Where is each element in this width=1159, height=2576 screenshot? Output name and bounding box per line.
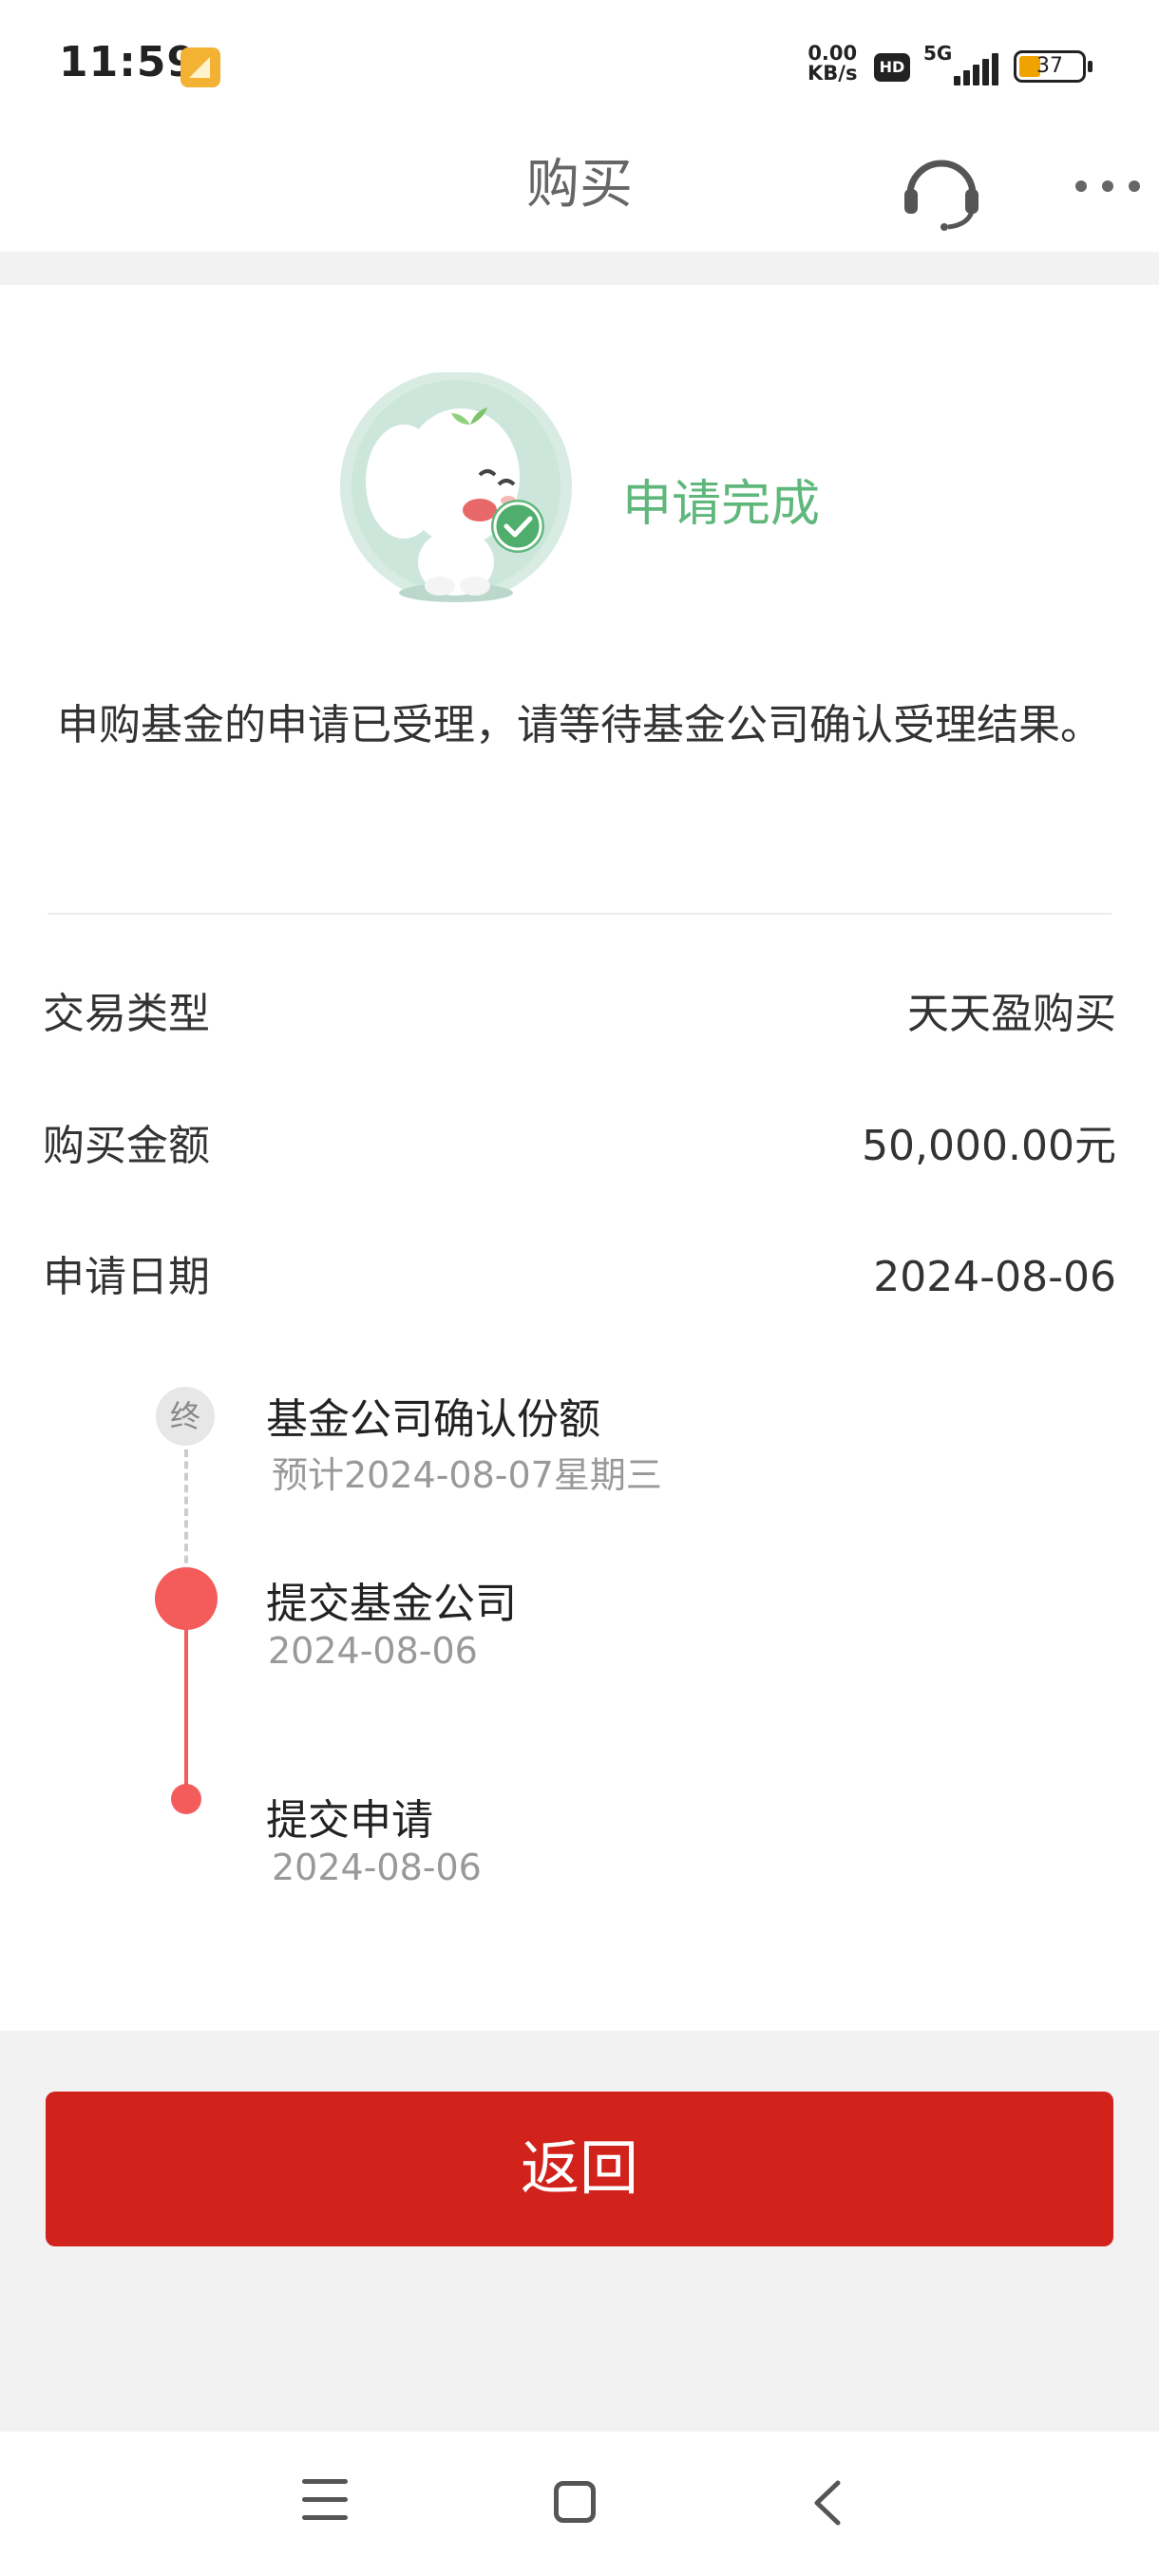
detail-value: 2024-08-06 [873,1253,1116,1301]
net-speed-unit: KB/s [808,62,858,85]
timeline-end-marker: 终 [156,1387,215,1446]
detail-row-date: 申请日期 2024-08-06 [43,1244,1116,1311]
back-icon[interactable] [809,2479,847,2527]
result-card: 申请完成 申购基金的申请已受理，请等待基金公司确认受理结果。 交易类型 天天盈购… [0,285,1159,2031]
status-bar: 11:59 0.00 KB/s HD 5G 37 [0,0,1159,128]
more-icon[interactable] [1075,176,1142,195]
timeline-done-dot [171,1784,201,1814]
timeline-step-subtitle: 2024-08-06 [268,1630,478,1672]
menu-icon[interactable] [302,2479,348,2521]
back-button[interactable]: 返回 [46,2092,1113,2246]
hd-badge: HD [874,53,910,82]
detail-value: 天天盈购买 [907,990,1116,1038]
result-message: 申购基金的申请已受理，请等待基金公司确认受理结果。 [57,701,1102,749]
timeline-connector [184,1624,188,1793]
detail-value: 50,000.00元 [862,1122,1116,1170]
page-title: 购买 [526,154,633,216]
net-speed-value: 0.00 [808,42,858,65]
elephant-mascot-image [340,372,572,602]
notification-icon [180,47,220,87]
timeline-step-subtitle: 预计2024-08-07星期三 [272,1454,662,1496]
detail-label: 购买金额 [43,1122,210,1170]
battery-level: 37 [1036,54,1063,78]
timeline-current-dot [155,1567,218,1630]
detail-label: 申请日期 [43,1253,210,1301]
app-header: 购买 [0,128,1159,252]
system-nav-bar [0,2432,1159,2576]
status-time: 11:59 [59,38,198,86]
timeline-dashed-connector [184,1449,188,1575]
headset-icon[interactable] [901,149,982,231]
battery-icon: 37 [1014,50,1092,83]
detail-label: 交易类型 [43,990,210,1038]
detail-row-amount: 购买金额 50,000.00元 [43,1113,1116,1180]
timeline-step-subtitle: 2024-08-06 [272,1847,482,1888]
timeline-step-title: 基金公司确认份额 [266,1395,600,1444]
timeline-step-title: 提交基金公司 [266,1580,517,1628]
network-type: 5G [923,42,953,65]
detail-row-type: 交易类型 天天盈购买 [43,981,1116,1048]
divider [48,913,1112,915]
status-text: 申请完成 [622,476,821,533]
timeline-step-title: 提交申请 [266,1796,433,1845]
home-icon[interactable] [554,2481,596,2523]
progress-timeline: 终 基金公司确认份额 预计2024-08-07星期三 提交基金公司 2024-0… [133,1387,1083,1938]
signal-icon: 5G [923,40,999,87]
net-speed: 0.00 KB/s [808,44,857,84]
